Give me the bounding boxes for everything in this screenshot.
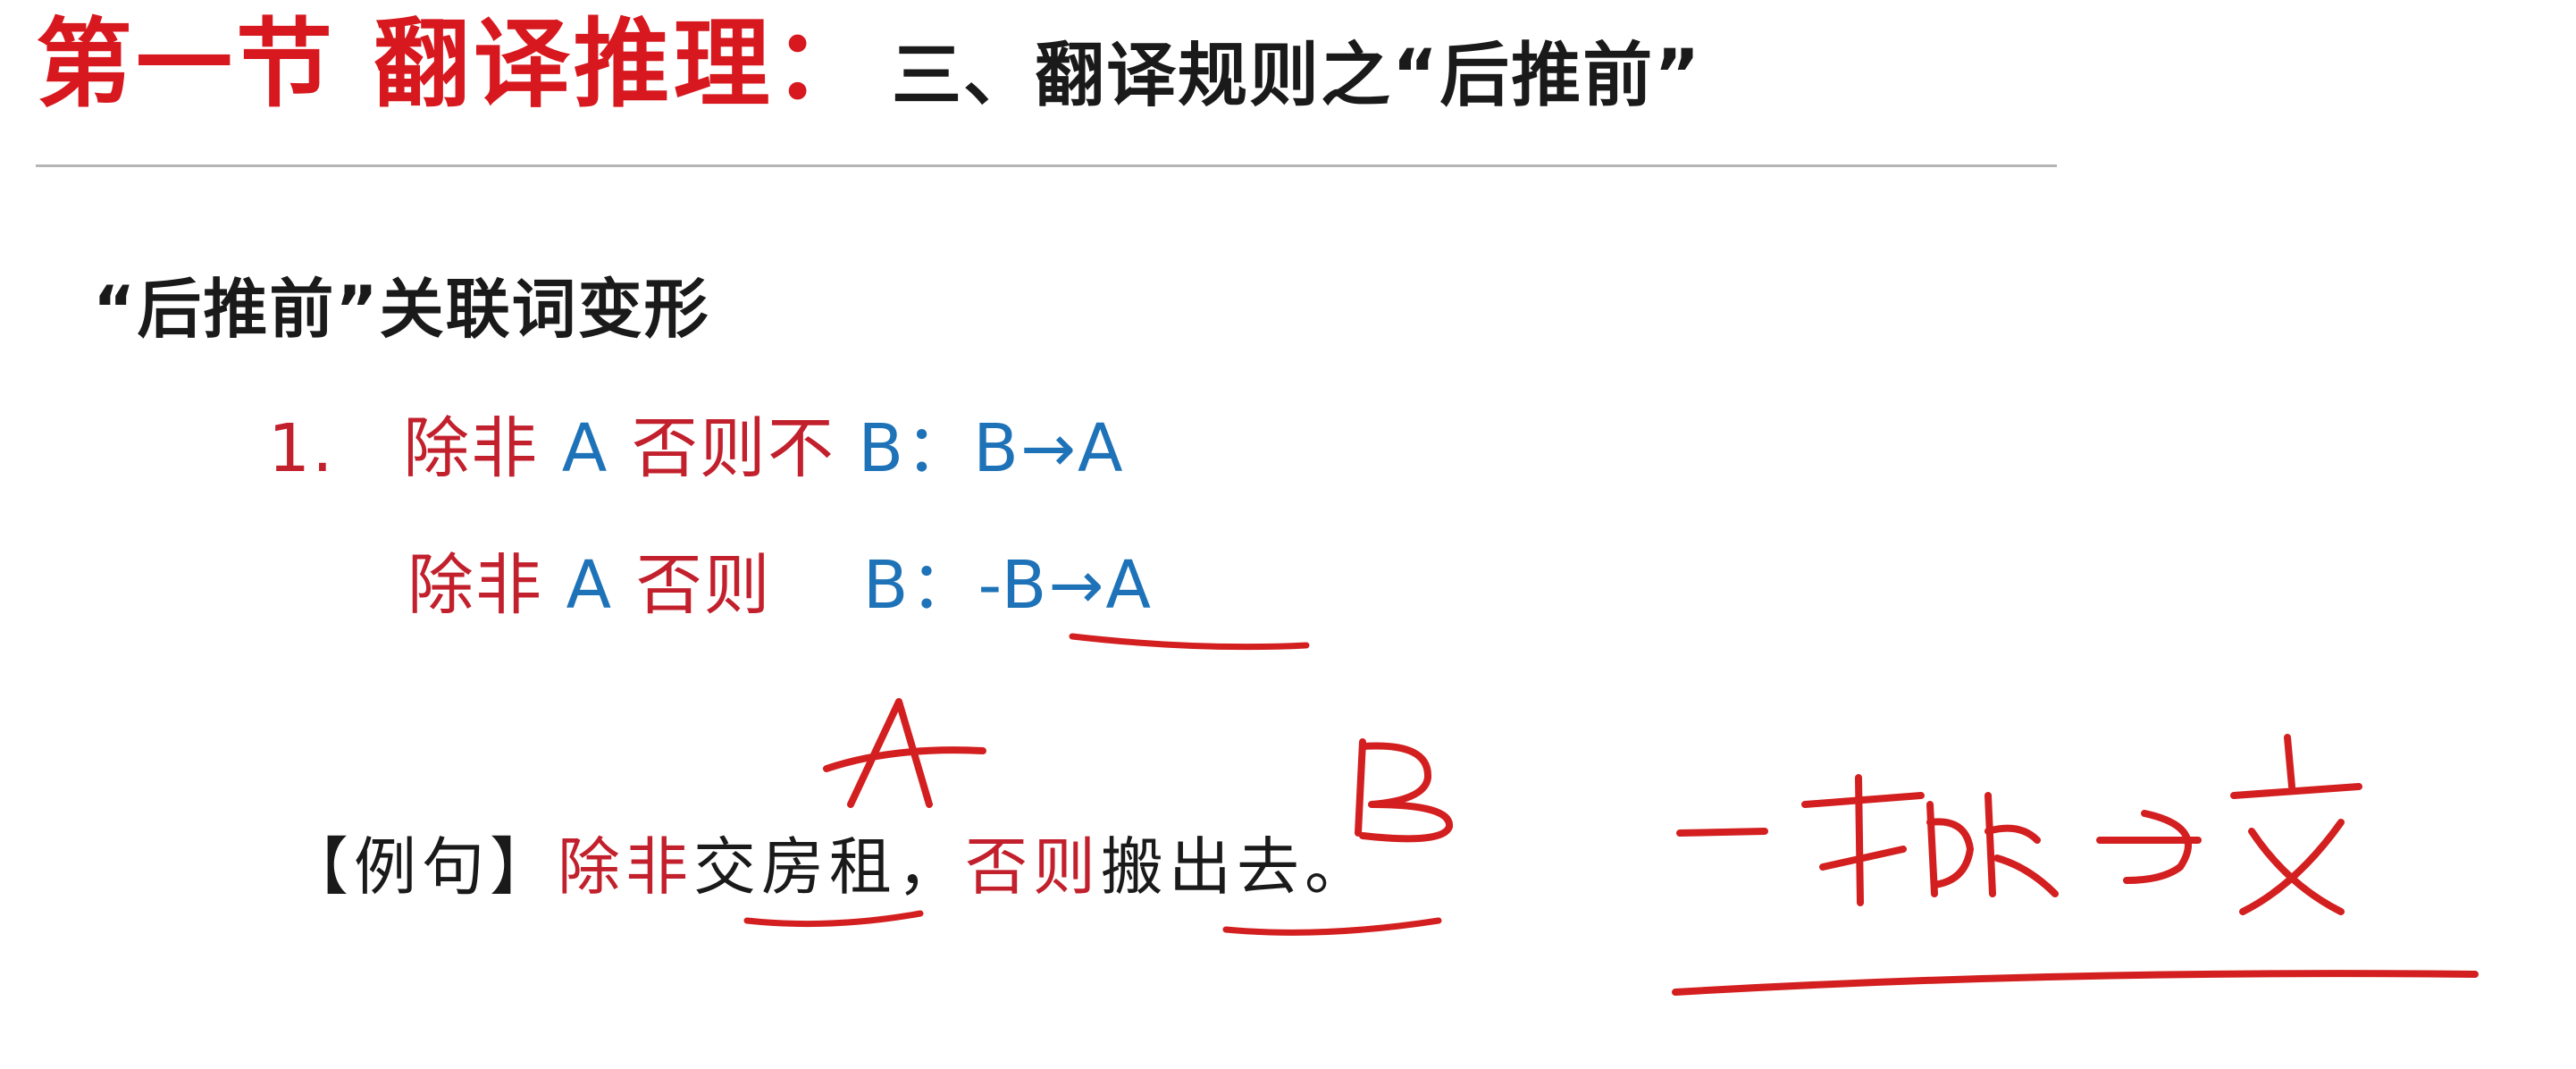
underline-handwritten-formula (1672, 970, 2479, 996)
underline-clause-a (743, 910, 924, 928)
handwritten-formula (1676, 734, 2362, 915)
handwriting-layer (743, 633, 2479, 996)
handwritten-b (1355, 738, 1454, 843)
underline-formula (1069, 633, 1310, 651)
handwritten-a (823, 698, 986, 808)
ink-strokes (743, 633, 2479, 996)
underline-clause-b (1222, 917, 1442, 936)
